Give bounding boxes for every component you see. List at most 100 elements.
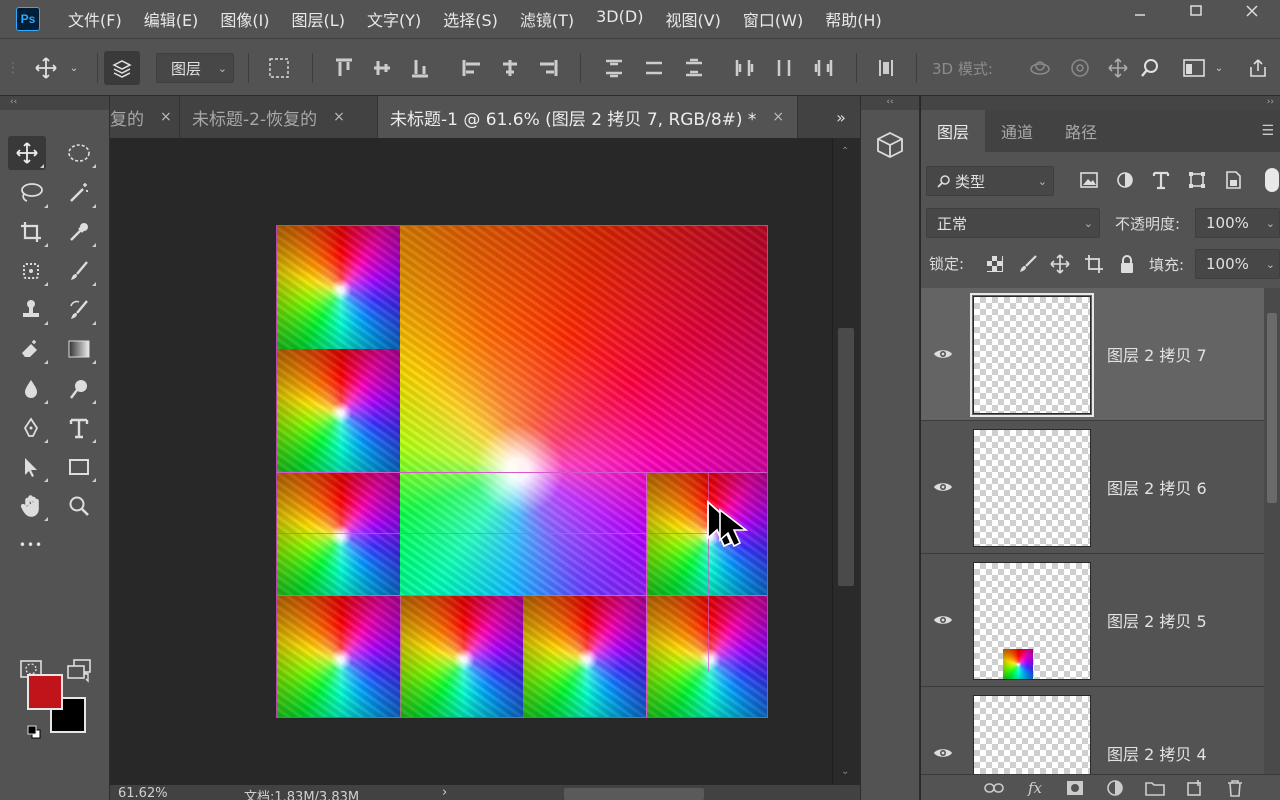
layer-row[interactable]: 图层 2 拷贝 5: [921, 554, 1264, 687]
eyedropper-icon[interactable]: [60, 215, 98, 249]
adjustment-layer-icon[interactable]: [1104, 778, 1126, 798]
crop-tool-icon[interactable]: [12, 215, 50, 249]
workspace-icon[interactable]: [1180, 55, 1208, 81]
layer-name[interactable]: 图层 2 拷贝 4: [1107, 741, 1207, 765]
menu-window[interactable]: 窗口(W): [743, 7, 803, 31]
scroll-up-icon[interactable]: ⌃: [841, 146, 849, 157]
canvas-area[interactable]: [110, 138, 832, 785]
close-icon[interactable]: ×: [772, 109, 784, 125]
minimize-icon[interactable]: [1112, 0, 1168, 22]
menu-select[interactable]: 选择(S): [443, 7, 498, 31]
eye-icon[interactable]: [933, 612, 953, 631]
layer-thumbnail[interactable]: [973, 695, 1091, 774]
filter-adjustment-icon[interactable]: [1113, 168, 1137, 192]
menu-help[interactable]: 帮助(H): [825, 7, 882, 31]
history-brush-icon[interactable]: [60, 293, 98, 327]
align-left-icon[interactable]: [458, 55, 486, 81]
chevron-down-icon[interactable]: ⌄: [66, 55, 82, 81]
lock-all-icon[interactable]: [1115, 252, 1139, 276]
layer-style-fx-icon[interactable]: fx: [1024, 778, 1046, 798]
lock-image-pixels-icon[interactable]: [1016, 252, 1040, 276]
scroll-thumb[interactable]: [1267, 313, 1277, 503]
chevron-down-icon[interactable]: ⌄: [1212, 55, 1226, 81]
tab-overflow-icon[interactable]: »: [822, 96, 860, 138]
layer-name[interactable]: 图层 2 拷贝 5: [1107, 608, 1207, 632]
eye-icon[interactable]: [933, 479, 953, 498]
filter-pixel-icon[interactable]: [1077, 168, 1101, 192]
path-selection-icon[interactable]: [12, 450, 50, 484]
menu-layer[interactable]: 图层(L): [292, 7, 345, 31]
align-horizontal-center-icon[interactable]: [496, 55, 524, 81]
share-icon[interactable]: [1244, 55, 1272, 81]
zoom-level[interactable]: 61.62%: [118, 786, 168, 800]
scroll-down-icon[interactable]: ⌄: [841, 766, 849, 777]
opacity-input[interactable]: 100% ⌄: [1195, 208, 1280, 238]
layer-thumbnail[interactable]: [973, 562, 1091, 680]
distribute-spacing-icon[interactable]: [872, 55, 900, 81]
link-layers-icon[interactable]: [983, 778, 1005, 798]
elliptical-marquee-icon[interactable]: [60, 136, 98, 170]
menu-filter[interactable]: 滤镜(T): [520, 7, 574, 31]
layer-name[interactable]: 图层 2 拷贝 7: [1107, 342, 1207, 366]
lock-artboard-icon[interactable]: [1082, 252, 1106, 276]
default-colors-icon[interactable]: [25, 723, 43, 741]
eraser-tool-icon[interactable]: [12, 332, 50, 366]
foreground-color-swatch[interactable]: [27, 674, 63, 710]
auto-select-icon[interactable]: [104, 51, 140, 85]
3d-roll-icon[interactable]: [1066, 55, 1094, 81]
search-icon[interactable]: [1136, 55, 1164, 81]
collapse-panel-icon[interactable]: ››: [921, 96, 1280, 110]
type-tool-icon[interactable]: [60, 411, 98, 445]
tab-layers[interactable]: 图层: [921, 110, 986, 152]
eye-icon[interactable]: [933, 745, 953, 764]
tab-untitled-1[interactable]: 未标题-1 @ 61.6% (图层 2 拷贝 7, RGB/8#) * ×: [378, 96, 798, 138]
hand-tool-icon[interactable]: [12, 489, 50, 523]
filter-toggle[interactable]: [1265, 168, 1279, 192]
edit-toolbar-icon[interactable]: •••: [12, 528, 50, 562]
menu-file[interactable]: 文件(F): [68, 7, 122, 31]
distribute-horizontal-center-icon[interactable]: [770, 55, 798, 81]
distribute-bottom-icon[interactable]: [680, 55, 708, 81]
clone-stamp-icon[interactable]: [12, 293, 50, 327]
tab-paths[interactable]: 路径: [1049, 110, 1113, 152]
collapse-dock-icon[interactable]: ‹‹: [861, 96, 919, 110]
menu-type[interactable]: 文字(Y): [367, 7, 421, 31]
layers-scrollbar[interactable]: [1264, 288, 1280, 774]
restore-icon[interactable]: [1168, 0, 1224, 22]
document-canvas[interactable]: [276, 225, 768, 718]
collapse-toolbar-icon[interactable]: ‹‹: [0, 96, 109, 110]
healing-brush-icon[interactable]: [12, 254, 50, 288]
layer-thumbnail[interactable]: [970, 293, 1094, 417]
close-icon[interactable]: ×: [333, 109, 345, 125]
delete-layer-icon[interactable]: [1224, 778, 1246, 798]
distribute-left-icon[interactable]: [730, 55, 758, 81]
close-icon[interactable]: [1224, 0, 1280, 22]
eye-icon[interactable]: [933, 346, 953, 365]
lock-transparent-pixels-icon[interactable]: [983, 252, 1007, 276]
3d-panel-icon[interactable]: [875, 130, 905, 164]
horizontal-scroll-thumb[interactable]: [564, 788, 704, 800]
layer-row[interactable]: 图层 2 拷贝 7: [921, 288, 1264, 421]
close-icon[interactable]: ×: [160, 109, 172, 125]
brush-tool-icon[interactable]: [60, 254, 98, 288]
fill-input[interactable]: 100% ⌄: [1195, 249, 1280, 279]
align-right-icon[interactable]: [534, 55, 562, 81]
zoom-tool-icon[interactable]: [60, 489, 98, 523]
distribute-top-icon[interactable]: [600, 55, 628, 81]
tab-channels[interactable]: 通道: [985, 110, 1049, 152]
lasso-tool-icon[interactable]: [12, 176, 50, 210]
menu-3d[interactable]: 3D(D): [596, 7, 643, 31]
menu-view[interactable]: 视图(V): [665, 7, 720, 31]
align-top-icon[interactable]: [330, 55, 358, 81]
filter-type-icon[interactable]: [1149, 168, 1173, 192]
layer-row[interactable]: 图层 2 拷贝 6: [921, 421, 1264, 554]
layer-thumbnail[interactable]: [973, 429, 1091, 547]
magic-wand-icon[interactable]: [60, 176, 98, 210]
pen-tool-icon[interactable]: [12, 411, 50, 445]
auto-select-target-dropdown[interactable]: 图层 ⌄: [156, 53, 234, 83]
new-layer-icon[interactable]: [1184, 778, 1206, 798]
add-mask-icon[interactable]: [1064, 778, 1086, 798]
gradient-tool-icon[interactable]: [60, 332, 98, 366]
align-bottom-icon[interactable]: [406, 55, 434, 81]
3d-orbit-icon[interactable]: [1026, 55, 1054, 81]
